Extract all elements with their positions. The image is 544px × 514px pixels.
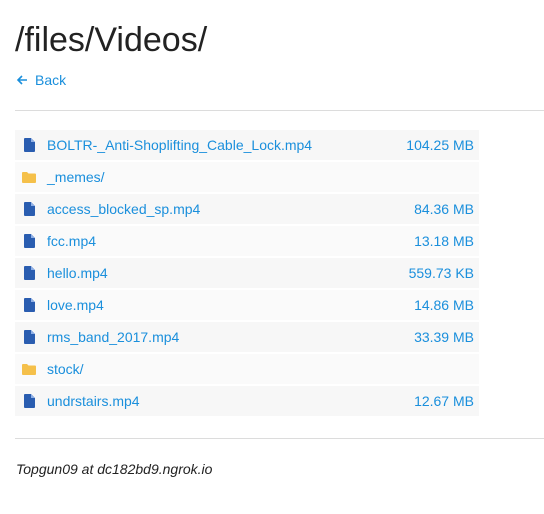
list-item[interactable]: fcc.mp4 13.18 MB [15,226,479,256]
file-name-link[interactable]: rms_band_2017.mp4 [47,329,414,345]
arrow-left-icon [16,75,27,85]
file-size: 84.36 MB [414,201,474,217]
file-name-link[interactable]: hello.mp4 [47,265,409,281]
file-icon [22,298,36,312]
list-item[interactable]: stock/ [15,354,479,384]
file-icon [22,234,36,248]
list-item[interactable]: love.mp4 14.86 MB [15,290,479,320]
file-size: 104.25 MB [406,137,474,153]
file-icon [22,394,36,408]
list-item[interactable]: undrstairs.mp4 12.67 MB [15,386,479,416]
file-name-link[interactable]: _memes/ [47,169,474,185]
file-icon [22,330,36,344]
file-list: BOLTR-_Anti-Shoplifting_Cable_Lock.mp4 10… [15,130,479,418]
file-size: 13.18 MB [414,233,474,249]
file-name-link[interactable]: stock/ [47,361,474,377]
list-item[interactable]: _memes/ [15,162,479,192]
list-item[interactable]: rms_band_2017.mp4 33.39 MB [15,322,479,352]
list-item[interactable]: BOLTR-_Anti-Shoplifting_Cable_Lock.mp4 10… [15,130,479,160]
file-icon [22,138,36,152]
file-name-link[interactable]: love.mp4 [47,297,414,313]
file-icon [22,266,36,280]
back-link[interactable]: Back [16,71,66,89]
divider-top [15,110,544,111]
file-size: 559.73 KB [408,265,474,281]
server-footer: Topgun09 at dc182bd9.ngrok.io [16,461,213,477]
file-size: 33.39 MB [414,329,474,345]
folder-icon [22,362,36,376]
page-title: /files/Videos/ [15,21,208,59]
list-item[interactable]: hello.mp4 559.73 KB [15,258,479,288]
file-name-link[interactable]: fcc.mp4 [47,233,414,249]
back-label: Back [35,72,67,88]
file-name-link[interactable]: access_blocked_sp.mp4 [47,201,414,217]
divider-bottom [15,438,544,439]
file-icon [22,202,36,216]
file-size: 14.86 MB [414,297,474,313]
file-name-link[interactable]: BOLTR-_Anti-Shoplifting_Cable_Lock.mp4 [47,137,406,153]
file-name-link[interactable]: undrstairs.mp4 [47,393,414,409]
file-size: 12.67 MB [414,393,474,409]
folder-icon [22,170,36,184]
list-item[interactable]: access_blocked_sp.mp4 84.36 MB [15,194,479,224]
